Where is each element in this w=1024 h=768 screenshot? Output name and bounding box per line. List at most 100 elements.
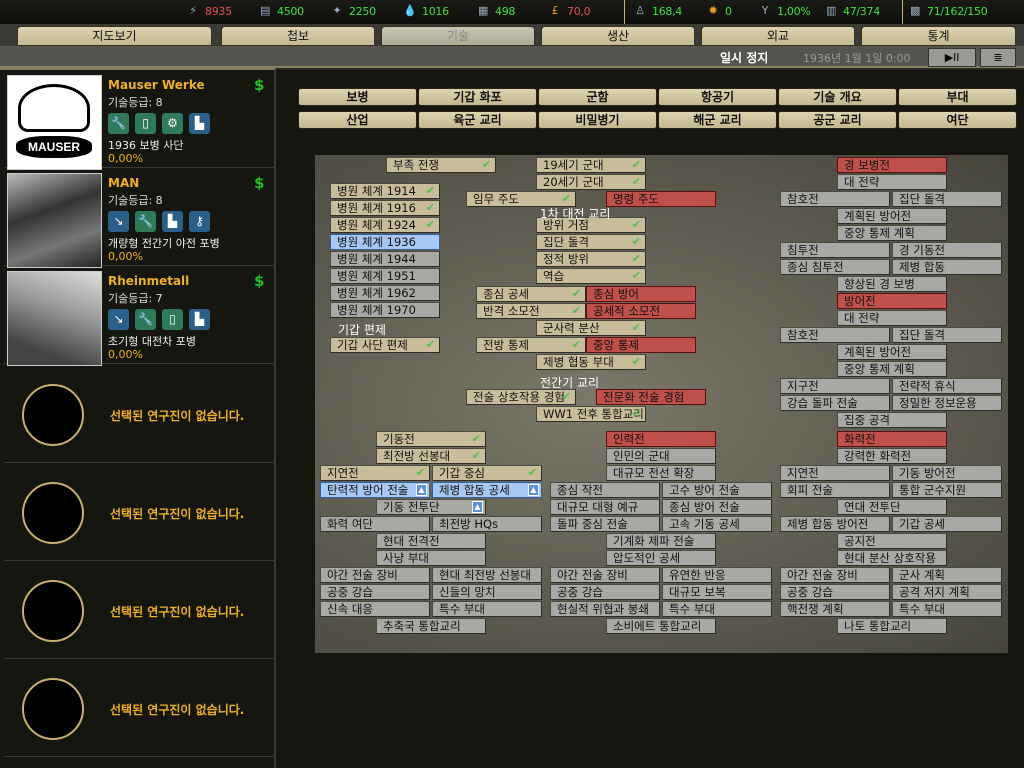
tech-node[interactable]: 특수 부대: [892, 601, 1002, 617]
tech-node[interactable]: 신속 대응: [320, 601, 430, 617]
tech-node[interactable]: 제병 협동 부대 ✔: [536, 354, 646, 370]
tab-5[interactable]: 통계: [861, 26, 1016, 46]
research-team[interactable]: MAUSER Mauser Werke $ 기술등급: 8 🔧 ▯ ⚙ ▙ 1936 보병 사단…: [4, 72, 274, 170]
tech-node[interactable]: 전방 통제 ✔: [476, 337, 586, 353]
category-button[interactable]: 기술 개요: [778, 88, 897, 106]
tech-node[interactable]: 종심 방어: [586, 286, 696, 302]
tech-node[interactable]: 집단 돌격 ✔: [536, 234, 646, 250]
tech-node[interactable]: 특수 부대: [662, 601, 772, 617]
tech-node[interactable]: 병원 체계 1962: [330, 285, 440, 301]
tech-node[interactable]: 추축국 통합교리: [376, 618, 486, 634]
tech-node[interactable]: 연대 전투단: [837, 499, 947, 515]
tech-node[interactable]: 회피 전술: [780, 482, 890, 498]
tech-node[interactable]: 중앙 통제 계획: [837, 361, 947, 377]
tech-node[interactable]: 기계화 제파 전술: [606, 533, 716, 549]
category-button[interactable]: 산업: [298, 111, 417, 129]
category-button[interactable]: 비밀병기: [538, 111, 657, 129]
tech-node[interactable]: 경 보병전: [837, 157, 947, 173]
tech-node[interactable]: 병원 체계 1944: [330, 251, 440, 267]
category-button[interactable]: 해군 교리: [658, 111, 777, 129]
tech-node[interactable]: 기동 전투단 ▲: [376, 499, 486, 515]
tech-node[interactable]: 화력전: [837, 431, 947, 447]
tech-node[interactable]: 19세기 군대 ✔: [536, 157, 646, 173]
tech-node[interactable]: 사냥 부대: [376, 550, 486, 566]
tech-node[interactable]: 공중 강습: [780, 584, 890, 600]
tech-node[interactable]: 집단 돌격: [892, 327, 1002, 343]
tech-node[interactable]: 야간 전술 장비: [780, 567, 890, 583]
tech-node[interactable]: 기동전 ✔: [376, 431, 486, 447]
tech-node[interactable]: 병원 체계 1916 ✔: [330, 200, 440, 216]
tech-node[interactable]: 종심 작전: [550, 482, 660, 498]
tech-node[interactable]: 제병 합동 공세 ▲: [432, 482, 542, 498]
resource-rare-materials[interactable]: ✦ 2250: [330, 4, 377, 18]
tech-node[interactable]: 최전방 선봉대 ✔: [376, 448, 486, 464]
resource-transport[interactable]: ▥ 47/374: [824, 4, 880, 18]
tech-node[interactable]: 병원 체계 1970: [330, 302, 440, 318]
tech-node[interactable]: 대규모 대형 예규: [550, 499, 660, 515]
tech-node[interactable]: 대 전략: [837, 174, 947, 190]
category-button[interactable]: 항공기: [658, 88, 777, 106]
tech-node[interactable]: 고속 기동 공세: [662, 516, 772, 532]
tech-node[interactable]: 소비에트 통합교리: [606, 618, 716, 634]
category-button[interactable]: 공군 교리: [778, 111, 897, 129]
tab-0[interactable]: 지도보기: [17, 26, 212, 46]
research-team[interactable]: MAN $ 기술등급: 8 ↘ 🔧 ▙ ⚷ 개량형 전간기 야전 포병 0,00%: [4, 170, 274, 268]
tech-node[interactable]: 정밀한 정보운용: [892, 395, 1002, 411]
tech-node[interactable]: 특수 부대: [432, 601, 542, 617]
tech-node[interactable]: 신들의 망치: [432, 584, 542, 600]
tech-node[interactable]: 현대 최전방 선봉대: [432, 567, 542, 583]
tech-node[interactable]: 침투전: [780, 242, 890, 258]
tech-node[interactable]: WW1 전후 통합교리 ✔: [536, 406, 646, 422]
tech-node[interactable]: 경 기동전: [892, 242, 1002, 258]
tech-node[interactable]: 참호전: [780, 327, 890, 343]
tech-node[interactable]: 전략적 휴식: [892, 378, 1002, 394]
tech-node[interactable]: 기동 방어전: [892, 465, 1002, 481]
tech-node[interactable]: 현대 분산 상호작용: [837, 550, 947, 566]
tech-node[interactable]: 통합 군수지원: [892, 482, 1002, 498]
tech-node[interactable]: 지구전: [780, 378, 890, 394]
tech-node[interactable]: 제병 합동 방어전: [780, 516, 890, 532]
tech-node[interactable]: 병원 체계 1936: [330, 234, 440, 250]
tech-node[interactable]: 전술 상호작용 경험 ✔: [466, 389, 576, 405]
resource-oil[interactable]: 💧 1016: [403, 4, 449, 18]
play-pause-button[interactable]: ▶ll: [928, 48, 976, 67]
tech-node[interactable]: 명령 주도: [606, 191, 716, 207]
tech-node[interactable]: 반격 소모전 ✔: [476, 303, 586, 319]
tech-node[interactable]: 정적 방위 ✔: [536, 251, 646, 267]
tech-node[interactable]: 공중 강습: [320, 584, 430, 600]
tech-node[interactable]: 기갑 중심 ✔: [432, 465, 542, 481]
tech-node[interactable]: 병원 체계 1951: [330, 268, 440, 284]
resource-supplies[interactable]: ▦ 498: [476, 4, 515, 18]
tech-node[interactable]: 공중 강습: [550, 584, 660, 600]
empty-research-slot[interactable]: 선택된 연구진이 없습니다.: [4, 464, 274, 561]
tech-node[interactable]: 참호전: [780, 191, 890, 207]
tech-node[interactable]: 유연한 반응: [662, 567, 772, 583]
tech-node[interactable]: 강력한 화력전: [837, 448, 947, 464]
tech-node[interactable]: 강습 돌파 전술: [780, 395, 890, 411]
category-button[interactable]: 보병: [298, 88, 417, 106]
menu-button[interactable]: ≣: [980, 48, 1016, 67]
tech-node[interactable]: 대규모 보복: [662, 584, 772, 600]
tech-node[interactable]: 군사 계획: [892, 567, 1002, 583]
tech-node[interactable]: 현대 전격전: [376, 533, 486, 549]
resource-nuke[interactable]: ✹ 0: [706, 4, 732, 18]
tech-node[interactable]: 20세기 군대 ✔: [536, 174, 646, 190]
tech-node[interactable]: 나토 통합교리: [837, 618, 947, 634]
tech-node[interactable]: 공세적 소모전: [586, 303, 696, 319]
empty-research-slot[interactable]: 선택된 연구진이 없습니다.: [4, 562, 274, 659]
category-button[interactable]: 육군 교리: [418, 111, 537, 129]
tech-node[interactable]: 핵전쟁 계획: [780, 601, 890, 617]
tab-4[interactable]: 외교: [701, 26, 855, 46]
category-button[interactable]: 부대: [898, 88, 1017, 106]
tech-node[interactable]: 병원 체계 1924 ✔: [330, 217, 440, 233]
research-team[interactable]: Rheinmetall $ 기술등급: 7 ↘ 🔧 ▯ ▙ 초기형 대전차 포병 0,00%: [4, 268, 274, 366]
tab-3[interactable]: 생산: [541, 26, 695, 46]
tech-node[interactable]: 대규모 전선 확장: [606, 465, 716, 481]
tech-node[interactable]: 인민의 군대: [606, 448, 716, 464]
resource-convoy[interactable]: ▩ 71/162/150: [908, 4, 988, 18]
resource-energy[interactable]: ⚡ 8935: [186, 4, 232, 18]
resource-dissent[interactable]: Y 1,00%: [758, 4, 811, 18]
tech-node[interactable]: 압도적인 공세: [606, 550, 716, 566]
tech-node[interactable]: 중앙 통제: [586, 337, 696, 353]
tech-node[interactable]: 공격 저지 계획: [892, 584, 1002, 600]
